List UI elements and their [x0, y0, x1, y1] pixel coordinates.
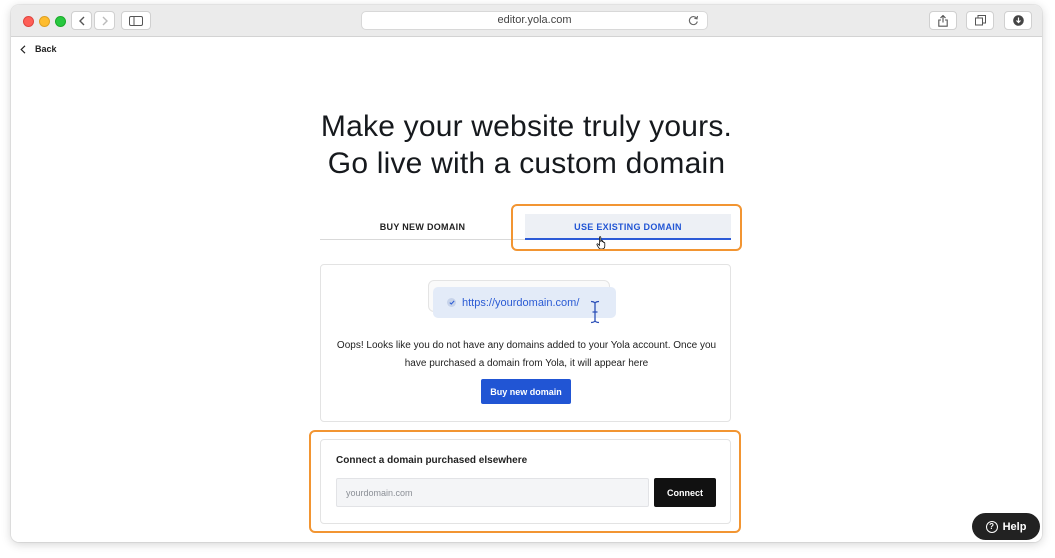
tab-buy-new-domain[interactable]: BUY NEW DOMAIN	[320, 214, 525, 240]
highlight-connect-card	[309, 430, 741, 533]
tabs-icon	[974, 15, 986, 26]
page-title-line-1: Make your website truly yours.	[320, 110, 733, 143]
share-icon	[938, 14, 948, 27]
close-window-button[interactable]	[23, 16, 34, 27]
downloads-button[interactable]	[1004, 11, 1032, 30]
url-example: https://yourdomain.com/	[462, 296, 580, 309]
help-button[interactable]: ? Help	[972, 513, 1040, 540]
sidebar-icon	[129, 15, 143, 26]
back-link[interactable]: Back	[20, 44, 57, 54]
check-icon	[447, 298, 456, 307]
address-bar[interactable]: editor.yola.com	[361, 11, 708, 30]
no-domains-message: Oops! Looks like you do not have any dom…	[336, 340, 717, 369]
tabs-overview-button[interactable]	[966, 11, 994, 30]
chevron-left-icon	[20, 44, 26, 54]
buy-new-domain-button[interactable]: Buy new domain	[481, 379, 571, 404]
existing-domains-card: https://yourdomain.com/ Oops! Looks like…	[320, 264, 731, 422]
page-content: Back Make your website truly yours. Go l…	[11, 37, 1042, 542]
url-illustration: https://yourdomain.com/	[433, 287, 616, 318]
highlight-existing-tab	[511, 204, 742, 251]
zoom-window-button[interactable]	[55, 16, 66, 27]
page-title-line-2: Go live with a custom domain	[327, 147, 726, 180]
help-label: Help	[1002, 520, 1027, 533]
back-label: Back	[35, 44, 57, 54]
chevron-left-icon	[78, 16, 84, 25]
reload-icon[interactable]	[688, 15, 699, 26]
sidebar-toggle-button[interactable]	[121, 11, 151, 30]
browser-forward-button[interactable]	[94, 11, 115, 30]
minimize-window-button[interactable]	[39, 16, 50, 27]
question-icon: ?	[985, 520, 998, 533]
browser-window: editor.yola.com Back Make your website t…	[11, 5, 1042, 542]
text-cursor-icon	[590, 300, 600, 324]
browser-toolbar: editor.yola.com	[11, 5, 1042, 37]
chevron-right-icon	[102, 16, 108, 25]
download-icon	[1012, 15, 1024, 26]
share-button[interactable]	[929, 11, 957, 30]
browser-back-button[interactable]	[71, 11, 92, 30]
address-url: editor.yola.com	[497, 14, 572, 26]
